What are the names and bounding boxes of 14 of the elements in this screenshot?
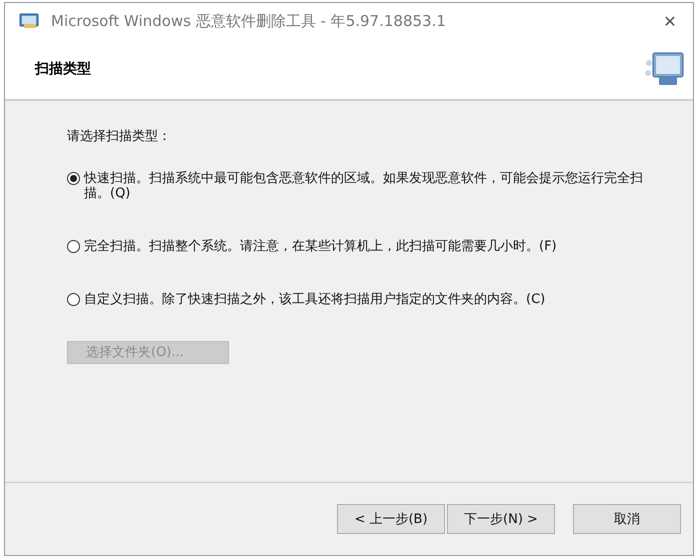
option-label: 快速扫描。扫描系统中最可能包含恶意软件的区域。如果发现恶意软件，可能会提示您运行完全扫描。(Q) bbox=[84, 171, 644, 201]
radio-button[interactable] bbox=[67, 293, 80, 306]
radio-button[interactable] bbox=[67, 172, 80, 185]
prompt-text: 请选择扫描类型： bbox=[67, 128, 172, 145]
dialog-button[interactable]: < 上一步(B) bbox=[337, 504, 445, 534]
window-title: Microsoft Windows 恶意软件删除工具 - 年5.97.18853.1 bbox=[51, 12, 447, 30]
dialog-button[interactable]: 下一步(N) > bbox=[447, 504, 555, 534]
option-label: 完全扫描。扫描整个系统。请注意，在某些计算机上，此扫描可能需要几小时。(F) bbox=[84, 239, 557, 254]
page-title: 扫描类型 bbox=[35, 60, 91, 78]
option-label: 自定义扫描。除了快速扫描之外，该工具还将扫描用户指定的文件夹的内容。(C) bbox=[84, 292, 546, 307]
radio-button[interactable] bbox=[67, 240, 80, 253]
dialog-button[interactable]: 取消 bbox=[573, 504, 681, 534]
monitor-icon bbox=[19, 12, 41, 30]
close-button[interactable]: ✕ bbox=[647, 3, 693, 39]
